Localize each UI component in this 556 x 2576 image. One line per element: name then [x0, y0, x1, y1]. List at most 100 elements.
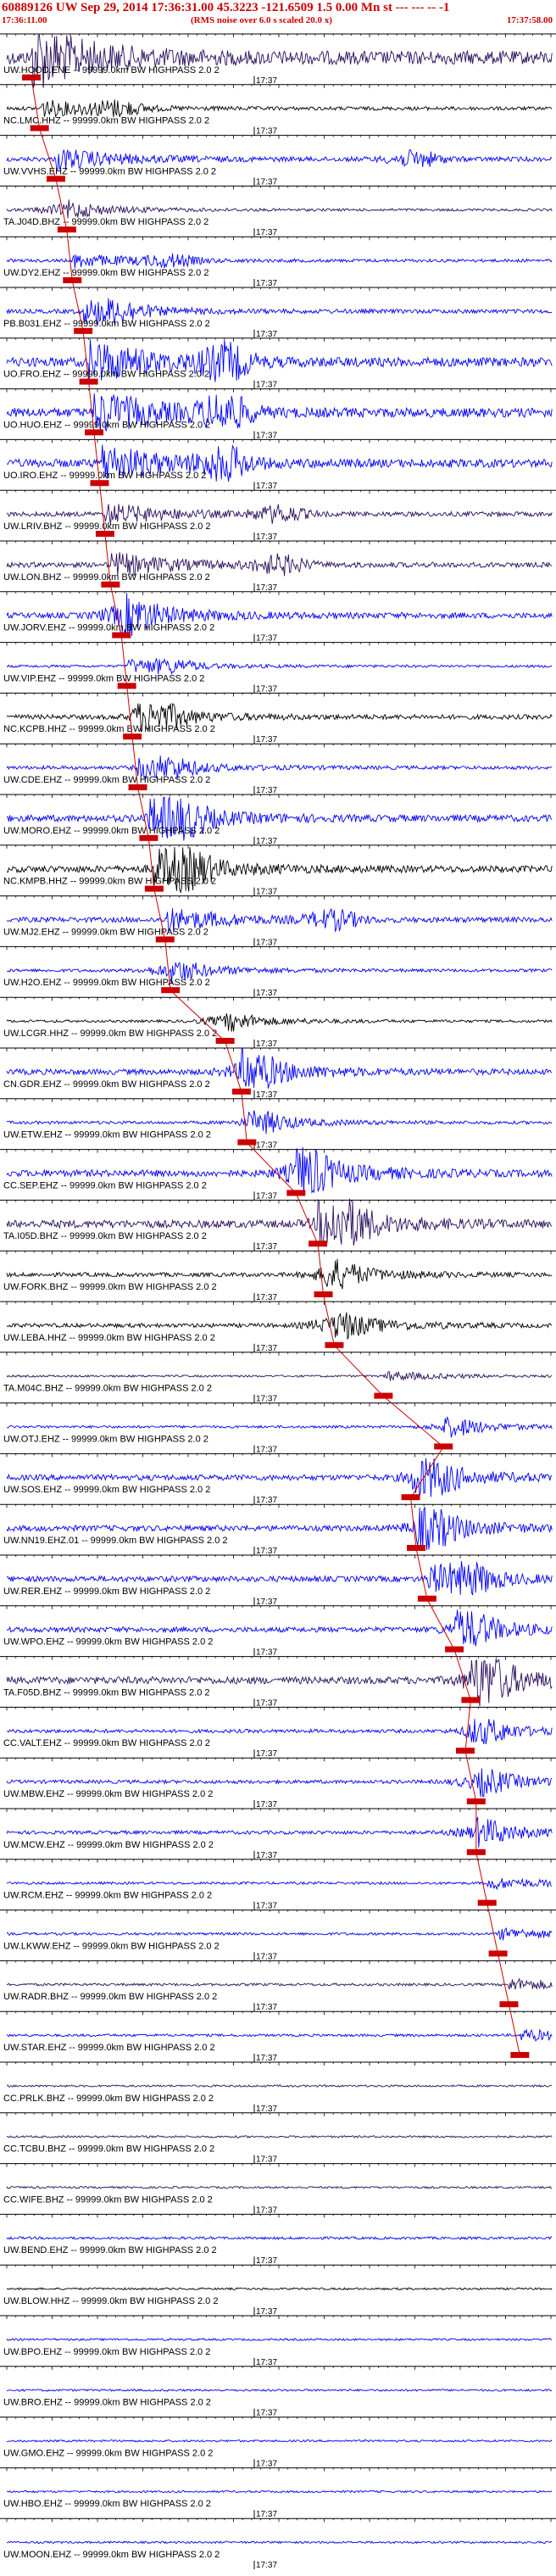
- station-label: CC.WIFE.BHZ -- 99999.0km BW HIGHPASS 2.0…: [3, 2194, 213, 2205]
- waveform: [6, 34, 553, 89]
- station-label: UW.OTJ.EHZ -- 99999.0km BW HIGHPASS 2.0 …: [3, 1434, 208, 1444]
- minute-label: 17:37: [256, 1445, 277, 1454]
- minute-label: 17:37: [256, 1749, 277, 1759]
- trace-row: TA.F05D.BHZ -- 99999.0km BW HIGHPASS 2.0…: [0, 1656, 556, 1708]
- trace-row: UW.VVHS.EHZ -- 99999.0km BW HIGHPASS 2.0…: [0, 135, 556, 187]
- waveform: [6, 2084, 553, 2088]
- station-label: UW.RADR.BHZ -- 99999.0km BW HIGHPASS 2.0…: [3, 1992, 217, 2002]
- minute-label: 17:37: [256, 1040, 277, 1049]
- minute-label: 17:37: [256, 431, 277, 440]
- waveform: [6, 2338, 553, 2342]
- minute-label: 17:37: [256, 1496, 277, 1505]
- minute-label: 17:37: [256, 2510, 277, 2519]
- station-label: UW.NN19.EHZ.01 -- 99999.0km BW HIGHPASS …: [3, 1536, 228, 1546]
- trace-row: CC.VALT.EHZ -- 99999.0km BW HIGHPASS 2.0…: [0, 1706, 556, 1759]
- station-label: UW.MCW.EHZ -- 99999.0km BW HIGHPASS 2.0 …: [3, 1840, 214, 1850]
- trace-row: UW.BPO.EHZ -- 99999.0km BW HIGHPASS 2.0 …: [0, 2315, 556, 2367]
- minute-label: 17:37: [256, 1648, 277, 1658]
- waveform: [6, 1877, 553, 1891]
- trace-row: UW.LRIV.BHZ -- 99999.0km BW HIGHPASS 2.0…: [0, 489, 556, 542]
- minute-label: 17:37: [256, 1800, 277, 1809]
- trace-row: UW.ETW.EHZ -- 99999.0km BW HIGHPASS 2.0 …: [0, 1098, 556, 1151]
- station-label: CC.SEP.EHZ -- 99999.0km BW HIGHPASS 2.0 …: [3, 1180, 207, 1190]
- station-label: UW.WPO.EHZ -- 99999.0km BW HIGHPASS 2.0 …: [3, 1637, 213, 1648]
- trace-row: UW.RER.EHZ -- 99999.0km BW HIGHPASS 2.0 …: [0, 1554, 556, 1607]
- station-label: UO.IRO.EHZ -- 99999.0km BW HIGHPASS 2.0 …: [3, 471, 206, 481]
- station-label: UW.BRO.EHZ -- 99999.0km BW HIGHPASS 2.0 …: [3, 2398, 211, 2408]
- trace-row: UW.SOS.EHZ -- 99999.0km BW HIGHPASS 2.0 …: [0, 1452, 556, 1505]
- station-label: CN.GDR.EHZ -- 99999.0km BW HIGHPASS 2.0 …: [3, 1079, 210, 1090]
- waveform: [6, 2236, 553, 2241]
- minute-label: 17:37: [256, 2256, 277, 2266]
- minute-label: 17:37: [256, 1597, 277, 1607]
- trace-row: UW.DY2.EHZ -- 99999.0km BW HIGHPASS 2.0 …: [0, 236, 556, 288]
- trace-row: UW.LCGR.HHZ -- 99999.0km BW HIGHPASS 2.0…: [0, 996, 556, 1049]
- waveform: [6, 2490, 553, 2494]
- minute-label: 17:37: [256, 837, 277, 846]
- trace-row: UW.LEBA.HHZ -- 99999.0km BW HIGHPASS 2.0…: [0, 1301, 556, 1353]
- minute-label: 17:37: [256, 786, 277, 795]
- minute-label: 17:37: [256, 2054, 277, 2063]
- minute-label: 17:37: [256, 177, 277, 187]
- minute-label: 17:37: [256, 2105, 277, 2114]
- station-label: UW.STAR.EHZ -- 99999.0km BW HIGHPASS 2.0…: [3, 2043, 215, 2053]
- station-label: UW.ETW.EHZ -- 99999.0km BW HIGHPASS 2.0 …: [3, 1130, 211, 1140]
- station-label: PB.B031.EHZ -- 99999.0km BW HIGHPASS 2.0…: [3, 319, 210, 329]
- station-label: UW.VIP.EHZ -- 99999.0km BW HIGHPASS 2.0 …: [3, 673, 204, 683]
- trace-row: UW.JORV.EHZ -- 99999.0km BW HIGHPASS 2.0…: [0, 591, 556, 644]
- waveform: [6, 2134, 553, 2139]
- trace-row: CC.WIFE.BHZ -- 99999.0km BW HIGHPASS 2.0…: [0, 2163, 556, 2215]
- minute-label: 17:37: [256, 938, 277, 947]
- trace-row: CC.PRLK.BHZ -- 99999.0km BW HIGHPASS 2.0…: [0, 2061, 556, 2114]
- station-label: UW.BEND.EHZ -- 99999.0km BW HIGHPASS 2.0…: [3, 2245, 217, 2255]
- waveform: [6, 253, 553, 269]
- station-label: UW.HBO.EHZ -- 99999.0km BW HIGHPASS 2.0 …: [3, 2499, 211, 2509]
- trace-row: UW.STAR.EHZ -- 99999.0km BW HIGHPASS 2.0…: [0, 2010, 556, 2063]
- trace-row: UO.IRO.EHZ -- 99999.0km BW HIGHPASS 2.0 …: [0, 438, 556, 491]
- minute-label: 17:37: [256, 2358, 277, 2367]
- trace-row: UW.GMO.EHZ -- 99999.0km BW HIGHPASS 2.0 …: [0, 2417, 556, 2468]
- minute-label: 17:37: [256, 2155, 277, 2165]
- waveform: [6, 2540, 553, 2545]
- station-label: CC.TCBU.BHZ -- 99999.0km BW HIGHPASS 2.0…: [3, 2144, 214, 2155]
- minute-label: 17:37: [256, 684, 277, 694]
- station-label: UW.LKWW.EHZ -- 99999.0km BW HIGHPASS 2.0…: [3, 1941, 220, 1951]
- minute-label: 17:37: [256, 2409, 277, 2418]
- station-label: UW.DY2.EHZ -- 99999.0km BW HIGHPASS 2.0 …: [3, 268, 208, 278]
- station-label: NC.KCPB.HHZ -- 99999.0km BW HIGHPASS 2.0…: [3, 724, 215, 734]
- station-label: UW.H2O.EHZ -- 99999.0km BW HIGHPASS 2.0 …: [3, 978, 210, 988]
- trace-row: CC.SEP.EHZ -- 99999.0km BW HIGHPASS 2.0 …: [0, 1146, 556, 1201]
- trace-row: UW.VIP.EHZ -- 99999.0km BW HIGHPASS 2.0 …: [0, 642, 556, 694]
- trace-row: UW.WPO.EHZ -- 99999.0km BW HIGHPASS 2.0 …: [0, 1605, 556, 1658]
- trace-row: UO.HUO.EHZ -- 99999.0km BW HIGHPASS 2.0 …: [0, 388, 556, 440]
- trace-row: UW.BLOW.HHZ -- 99999.0km BW HIGHPASS 2.0…: [0, 2264, 556, 2317]
- trace-row: TA.I05D.BHZ -- 99999.0km BW HIGHPASS 2.0…: [0, 1198, 556, 1252]
- minute-label: 17:37: [256, 1902, 277, 1911]
- trace-row: UW.HBO.EHZ -- 99999.0km BW HIGHPASS 2.0 …: [0, 2467, 556, 2519]
- station-label: UW.HOOD.ENE -- 99999.0km BW HIGHPASS 2.0…: [3, 65, 220, 75]
- minute-label: 17:37: [256, 2003, 277, 2012]
- minute-label: 17:37: [256, 2459, 277, 2468]
- trace-row: UW.NN19.EHZ.01 -- 99999.0km BW HIGHPASS …: [0, 1503, 556, 1556]
- station-label: UW.CDE.EHZ -- 99999.0km BW HIGHPASS 2.0 …: [3, 775, 210, 785]
- minute-label: 17:37: [256, 228, 277, 237]
- minute-label: 17:37: [256, 1547, 277, 1556]
- trace-row: UW.OTJ.EHZ -- 99999.0km BW HIGHPASS 2.0 …: [0, 1402, 556, 1454]
- trace-row: UW.MORO.EHZ -- 99999.0km BW HIGHPASS 2.0…: [0, 794, 556, 846]
- minute-label: 17:37: [256, 1090, 277, 1100]
- station-label: TA.F05D.BHZ -- 99999.0km BW HIGHPASS 2.0…: [3, 1687, 210, 1698]
- station-label: TA.J04D.BHZ -- 99999.0km BW HIGHPASS 2.0…: [3, 217, 208, 227]
- station-label: UW.GMO.EHZ -- 99999.0km BW HIGHPASS 2.0 …: [3, 2448, 213, 2458]
- trace-row: UW.MCW.EHZ -- 99999.0km BW HIGHPASS 2.0 …: [0, 1808, 556, 1860]
- station-label: UW.SOS.EHZ -- 99999.0km BW HIGHPASS 2.0 …: [3, 1485, 210, 1495]
- minute-label: 17:37: [256, 583, 277, 593]
- station-label: NC.LMC.HHZ -- 99999.0km BW HIGHPASS 2.0 …: [3, 116, 209, 126]
- trace-row: CN.GDR.EHZ -- 99999.0km BW HIGHPASS 2.0 …: [0, 1047, 556, 1100]
- minute-label: 17:37: [256, 1395, 277, 1404]
- station-label: UW.RCM.EHZ -- 99999.0km BW HIGHPASS 2.0 …: [3, 1891, 212, 1901]
- minute-label: 17:37: [256, 330, 277, 339]
- trace-row: TA.J04D.BHZ -- 99999.0km BW HIGHPASS 2.0…: [0, 185, 556, 237]
- minute-label: 17:37: [256, 735, 277, 744]
- waveform: [6, 1977, 553, 1990]
- station-label: TA.I05D.BHZ -- 99999.0km BW HIGHPASS 2.0…: [3, 1231, 207, 1241]
